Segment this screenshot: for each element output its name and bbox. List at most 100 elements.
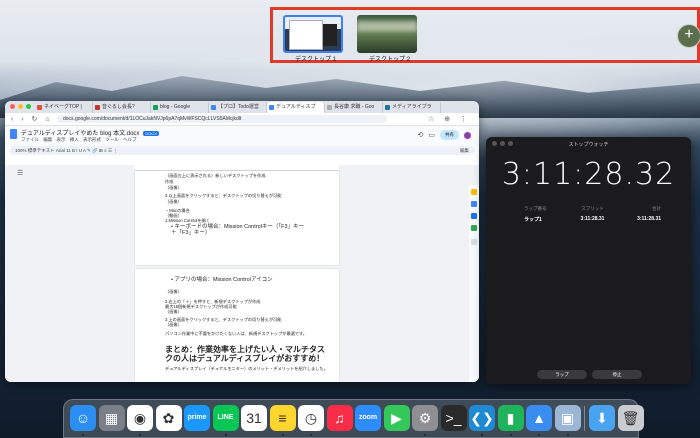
close-window-button[interactable] bbox=[10, 104, 15, 109]
add-desktop-button[interactable]: + bbox=[677, 24, 700, 48]
tab-label: blog - Google bbox=[160, 104, 191, 110]
doc-line: （画像） bbox=[165, 199, 182, 204]
keep-icon[interactable] bbox=[471, 189, 477, 195]
add-on-icon[interactable] bbox=[471, 239, 477, 245]
doc-heading: まとめ：作業効率を上げたい人・マルチタスクの人はデュアルディスプレイがおすすめ！ bbox=[165, 345, 325, 363]
docs-header-actions: ⟲ ▭ 共有 bbox=[418, 130, 471, 140]
document-title[interactable]: デュアルディスプレイやめた blog 本文.docx DOCX bbox=[21, 128, 159, 137]
dock-separator bbox=[584, 406, 585, 431]
stop-button[interactable]: 停止 bbox=[592, 370, 642, 379]
running-indicator bbox=[281, 434, 284, 436]
document-page[interactable]: （画面左上に表示される）新しいデスクトップを作成 作成 （画像） 3.以上画面を… bbox=[135, 171, 339, 265]
dock-line-icon[interactable]: LINE bbox=[212, 405, 239, 431]
comment-icon[interactable]: ▭ bbox=[428, 131, 435, 139]
share-button[interactable]: 共有 bbox=[440, 130, 459, 140]
browser-tab-active[interactable]: デュアルディスプ bbox=[267, 102, 325, 113]
dock-system-settings-icon[interactable]: ⚙ bbox=[412, 405, 438, 431]
history-icon[interactable]: ⟲ bbox=[418, 131, 424, 139]
dock-keynote-icon[interactable]: ▲ bbox=[526, 405, 552, 431]
tab-favicon-icon bbox=[95, 105, 100, 110]
dock-downloads-icon[interactable]: ⬇ bbox=[589, 405, 615, 431]
doc-line: （画像） bbox=[165, 309, 182, 314]
edit-mode-label[interactable]: 編集 bbox=[460, 146, 469, 155]
tab-bar: ネイベーグTOP | 音ぐるし会長? blog - Google 【プロ】Tod… bbox=[5, 101, 479, 113]
dock-chrome-icon[interactable]: ◉ bbox=[127, 405, 153, 431]
desktop-2-thumbnail[interactable] bbox=[357, 15, 417, 53]
doc-line: （画像） bbox=[165, 289, 182, 294]
doc-line: （画像） bbox=[165, 322, 182, 327]
desktop-2-label: デスクトップ 2 bbox=[369, 57, 411, 63]
tab-label: 【プロ】Todo運営 bbox=[218, 104, 259, 110]
dock: ☺ ▦ ◉ ✿ prime LINE 31 ≡ ◷ ♫ zoom ▶ ⚙ >_ ❮❯ ▮ ▲ ▣ ⬇ 🗑 bbox=[63, 399, 644, 438]
lap-header: スプリット bbox=[581, 206, 604, 211]
dock-numbers-icon[interactable]: ▮ bbox=[497, 405, 524, 431]
minimize-window-button[interactable] bbox=[18, 104, 23, 109]
tab-favicon-icon bbox=[37, 105, 42, 110]
tasks-icon[interactable] bbox=[471, 201, 477, 207]
tab-label: デュアルディスプ bbox=[276, 104, 316, 110]
chrome-window: ネイベーグTOP | 音ぐるし会長? blog - Google 【プロ】Tod… bbox=[5, 101, 479, 382]
mini-window bbox=[289, 20, 323, 50]
stopwatch-time: 3:11:28.32 bbox=[501, 157, 676, 192]
doc-line: （画像） bbox=[165, 185, 182, 190]
running-indicator bbox=[139, 434, 141, 436]
desktop-1-thumbnail[interactable] bbox=[283, 15, 343, 53]
doc-line: デュアルディスプレイ（デュアルモニター）のメリット・デメリットを紹介しました。 bbox=[165, 366, 328, 371]
browser-tab[interactable]: 音ぐるし会長? bbox=[93, 102, 151, 113]
dock-facetime-icon[interactable]: ▶ bbox=[383, 405, 410, 431]
stopwatch-title: ストップウォッチ bbox=[568, 142, 609, 148]
docs-header: デュアルディスプレイやめた blog 本文.docx DOCX ファイル 編集 表… bbox=[5, 126, 479, 146]
docs-toolbar[interactable]: 100% 標準テキスト Arial 11 B I U A ✎ 🔗 ⊞ ≡ ☰ ⋮… bbox=[9, 146, 475, 155]
dock-zoom-icon[interactable]: zoom bbox=[355, 405, 381, 431]
dock-launchpad-icon[interactable]: ▦ bbox=[98, 405, 125, 431]
dock-terminal-icon[interactable]: >_ bbox=[440, 405, 467, 431]
document-page[interactable]: • アプリの場合：Mission Controlアイコン （画像） 2.右上の「… bbox=[135, 269, 339, 382]
lap-header: ラップ番号 bbox=[524, 206, 547, 211]
address-bar: ‹ › ↻ ⌂ docs.google.com/document/d/1LOCu… bbox=[5, 113, 479, 126]
dock-preview-icon[interactable]: ▣ bbox=[554, 405, 581, 431]
browser-menu-icons[interactable]: ☆ ⊕ ⋮ bbox=[428, 115, 471, 123]
tab-favicon-icon bbox=[327, 105, 332, 110]
mini-window-dark bbox=[323, 24, 337, 46]
browser-tab[interactable]: 長谷康 求職 - Goo bbox=[325, 102, 383, 113]
url-field[interactable]: docs.google.com/document/d/1LOCuJakNVJp6… bbox=[57, 115, 387, 123]
doc-line: パソコン作業中に不要をかけたくない人は、新規デスクトップが最適です。 bbox=[165, 331, 307, 336]
lap-table: ラップ番号 スプリット 合計 ラップ1 3:11:28.31 3:11:28.3… bbox=[524, 206, 661, 223]
tab-label: 長谷康 求職 - Goo bbox=[334, 104, 375, 110]
lap-total: 3:11:28.31 bbox=[637, 216, 662, 222]
dock-notes-icon[interactable]: ≡ bbox=[269, 405, 296, 431]
doc-bullet-text: アプリの場合：Mission Controlアイコン bbox=[174, 277, 273, 283]
lap-header: 合計 bbox=[652, 206, 662, 211]
tab-label: ネイベーグTOP | bbox=[44, 104, 82, 110]
running-indicator bbox=[310, 434, 312, 436]
dock-vscode-icon[interactable]: ❮❯ bbox=[469, 405, 495, 431]
maps-icon[interactable] bbox=[471, 225, 477, 231]
browser-tab[interactable]: 【プロ】Todo運営 bbox=[209, 102, 267, 113]
docs-logo-icon[interactable] bbox=[10, 129, 17, 139]
browser-tab[interactable]: メディアライブラ bbox=[383, 102, 441, 113]
dock-calendar-icon[interactable]: 31 bbox=[241, 405, 267, 431]
docx-badge: DOCX bbox=[143, 130, 159, 136]
docs-side-panel bbox=[469, 185, 479, 382]
docs-menu-bar[interactable]: ファイル 編集 表示 挿入 表示形式 ツール ヘルプ bbox=[21, 137, 137, 143]
running-indicator bbox=[538, 434, 540, 436]
browser-tab[interactable]: ネイベーグTOP | bbox=[35, 102, 93, 113]
contacts-icon[interactable] bbox=[471, 213, 477, 219]
dock-prime-video-icon[interactable]: prime bbox=[184, 405, 210, 431]
browser-tab[interactable]: blog - Google bbox=[151, 102, 209, 113]
running-indicator bbox=[566, 434, 569, 436]
lap-header-row: ラップ番号 スプリット 合計 bbox=[524, 206, 661, 212]
outline-icon[interactable]: ☰ bbox=[17, 169, 23, 177]
dock-finder-icon[interactable]: ☺ bbox=[70, 405, 96, 431]
avatar[interactable] bbox=[464, 131, 471, 139]
tab-favicon-icon bbox=[211, 105, 216, 110]
dock-music-icon[interactable]: ♫ bbox=[326, 405, 353, 431]
lap-button[interactable]: ラップ bbox=[537, 370, 587, 379]
zoom-window-button[interactable] bbox=[26, 104, 31, 109]
dock-photos-icon[interactable]: ✿ bbox=[155, 405, 182, 431]
nav-buttons[interactable]: ‹ › ↻ ⌂ bbox=[11, 115, 53, 123]
toolbar-text[interactable]: 100% 標準テキスト Arial 11 B I U A ✎ 🔗 ⊞ ≡ ☰ ⋮ bbox=[15, 148, 118, 153]
dock-trash-icon[interactable]: 🗑 bbox=[617, 405, 644, 431]
running-indicator bbox=[224, 434, 227, 436]
dock-clock-icon[interactable]: ◷ bbox=[298, 405, 324, 431]
